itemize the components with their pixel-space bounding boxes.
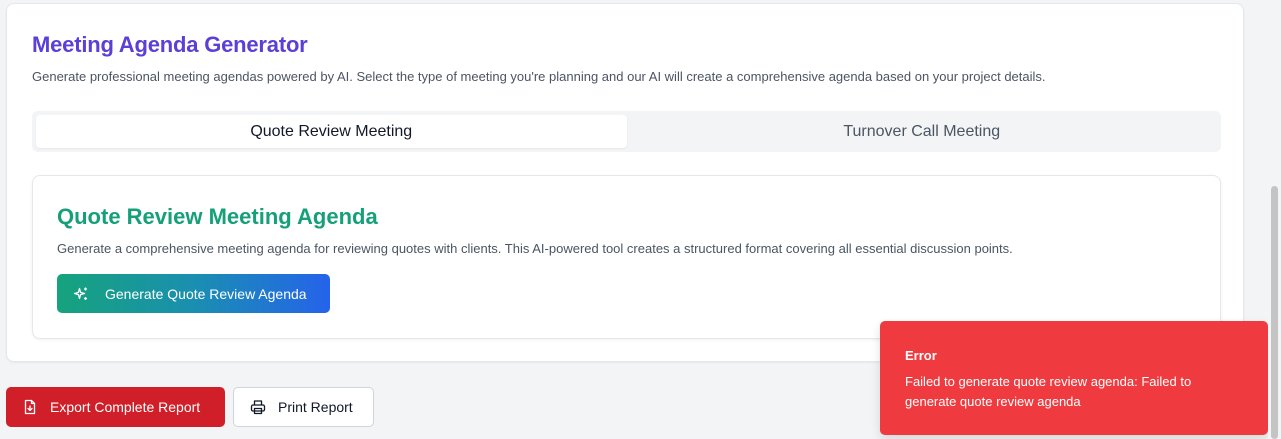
printer-icon	[250, 399, 266, 415]
panel-description: Generate a comprehensive meeting agenda …	[57, 241, 1013, 256]
page-subtitle: Generate professional meeting agendas po…	[32, 69, 1046, 84]
quote-review-panel: Quote Review Meeting Agenda Generate a c…	[32, 175, 1221, 339]
sparkles-icon	[73, 286, 89, 302]
export-report-button[interactable]: Export Complete Report	[6, 387, 225, 427]
page-scrollbar[interactable]	[1268, 0, 1281, 439]
generate-agenda-button[interactable]: Generate Quote Review Agenda	[57, 274, 330, 313]
file-download-icon	[22, 399, 38, 415]
print-report-label: Print Report	[278, 399, 353, 415]
error-toast[interactable]: Error Failed to generate quote review ag…	[880, 321, 1268, 435]
tab-turnover-call[interactable]: Turnover Call Meeting	[627, 115, 1218, 148]
panel-title: Quote Review Meeting Agenda	[57, 204, 378, 229]
toast-message: Failed to generate quote review agenda: …	[905, 374, 1192, 409]
toast-title: Error	[905, 348, 937, 363]
export-report-label: Export Complete Report	[50, 399, 201, 415]
generate-agenda-label: Generate Quote Review Agenda	[105, 285, 307, 302]
scrollbar-thumb[interactable]	[1271, 186, 1278, 439]
page-title: Meeting Agenda Generator	[32, 32, 308, 57]
meeting-type-tabs: Quote Review Meeting Turnover Call Meeti…	[32, 111, 1221, 152]
print-report-button[interactable]: Print Report	[233, 387, 374, 427]
tab-quote-review[interactable]: Quote Review Meeting	[36, 115, 627, 148]
agenda-generator-card: Meeting Agenda Generator Generate profes…	[6, 3, 1244, 362]
